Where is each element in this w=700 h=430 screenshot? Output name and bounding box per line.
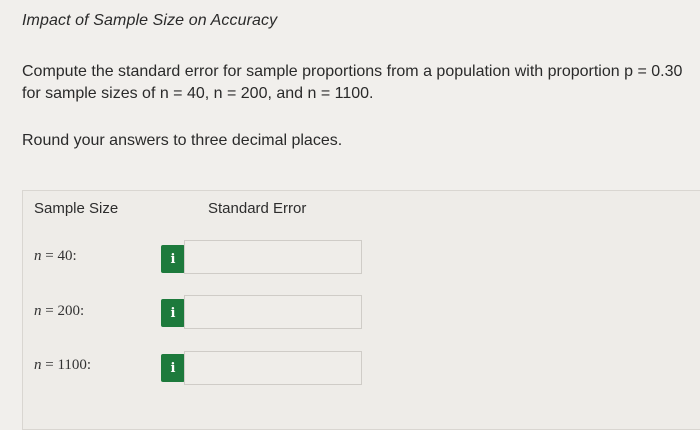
- standard-error-input-n40[interactable]: [184, 240, 362, 274]
- n-variable: n: [34, 303, 42, 319]
- row-equation: = 1100:: [41, 357, 92, 373]
- header-sample-size: Sample Size: [34, 200, 119, 217]
- n-variable: n: [34, 357, 42, 373]
- info-icon[interactable]: i: [161, 299, 185, 327]
- row-label-n1100: n = 1100:: [34, 357, 91, 374]
- header-standard-error: Standard Error: [208, 200, 307, 217]
- row-label-n200: n = 200:: [34, 303, 84, 320]
- row-label-n40: n = 40:: [34, 248, 77, 265]
- standard-error-input-n200[interactable]: [184, 295, 362, 329]
- problem-title: Impact of Sample Size on Accuracy: [22, 12, 278, 29]
- standard-error-input-n1100[interactable]: [184, 351, 362, 385]
- rounding-instruction: Round your answers to three decimal plac…: [22, 132, 343, 149]
- info-icon[interactable]: i: [161, 354, 185, 382]
- row-equation: = 40:: [41, 248, 77, 264]
- question-text: Compute the standard error for sample pr…: [22, 63, 683, 102]
- n-variable: n: [34, 248, 42, 264]
- row-equation: = 200:: [41, 303, 85, 319]
- info-icon[interactable]: i: [161, 245, 185, 273]
